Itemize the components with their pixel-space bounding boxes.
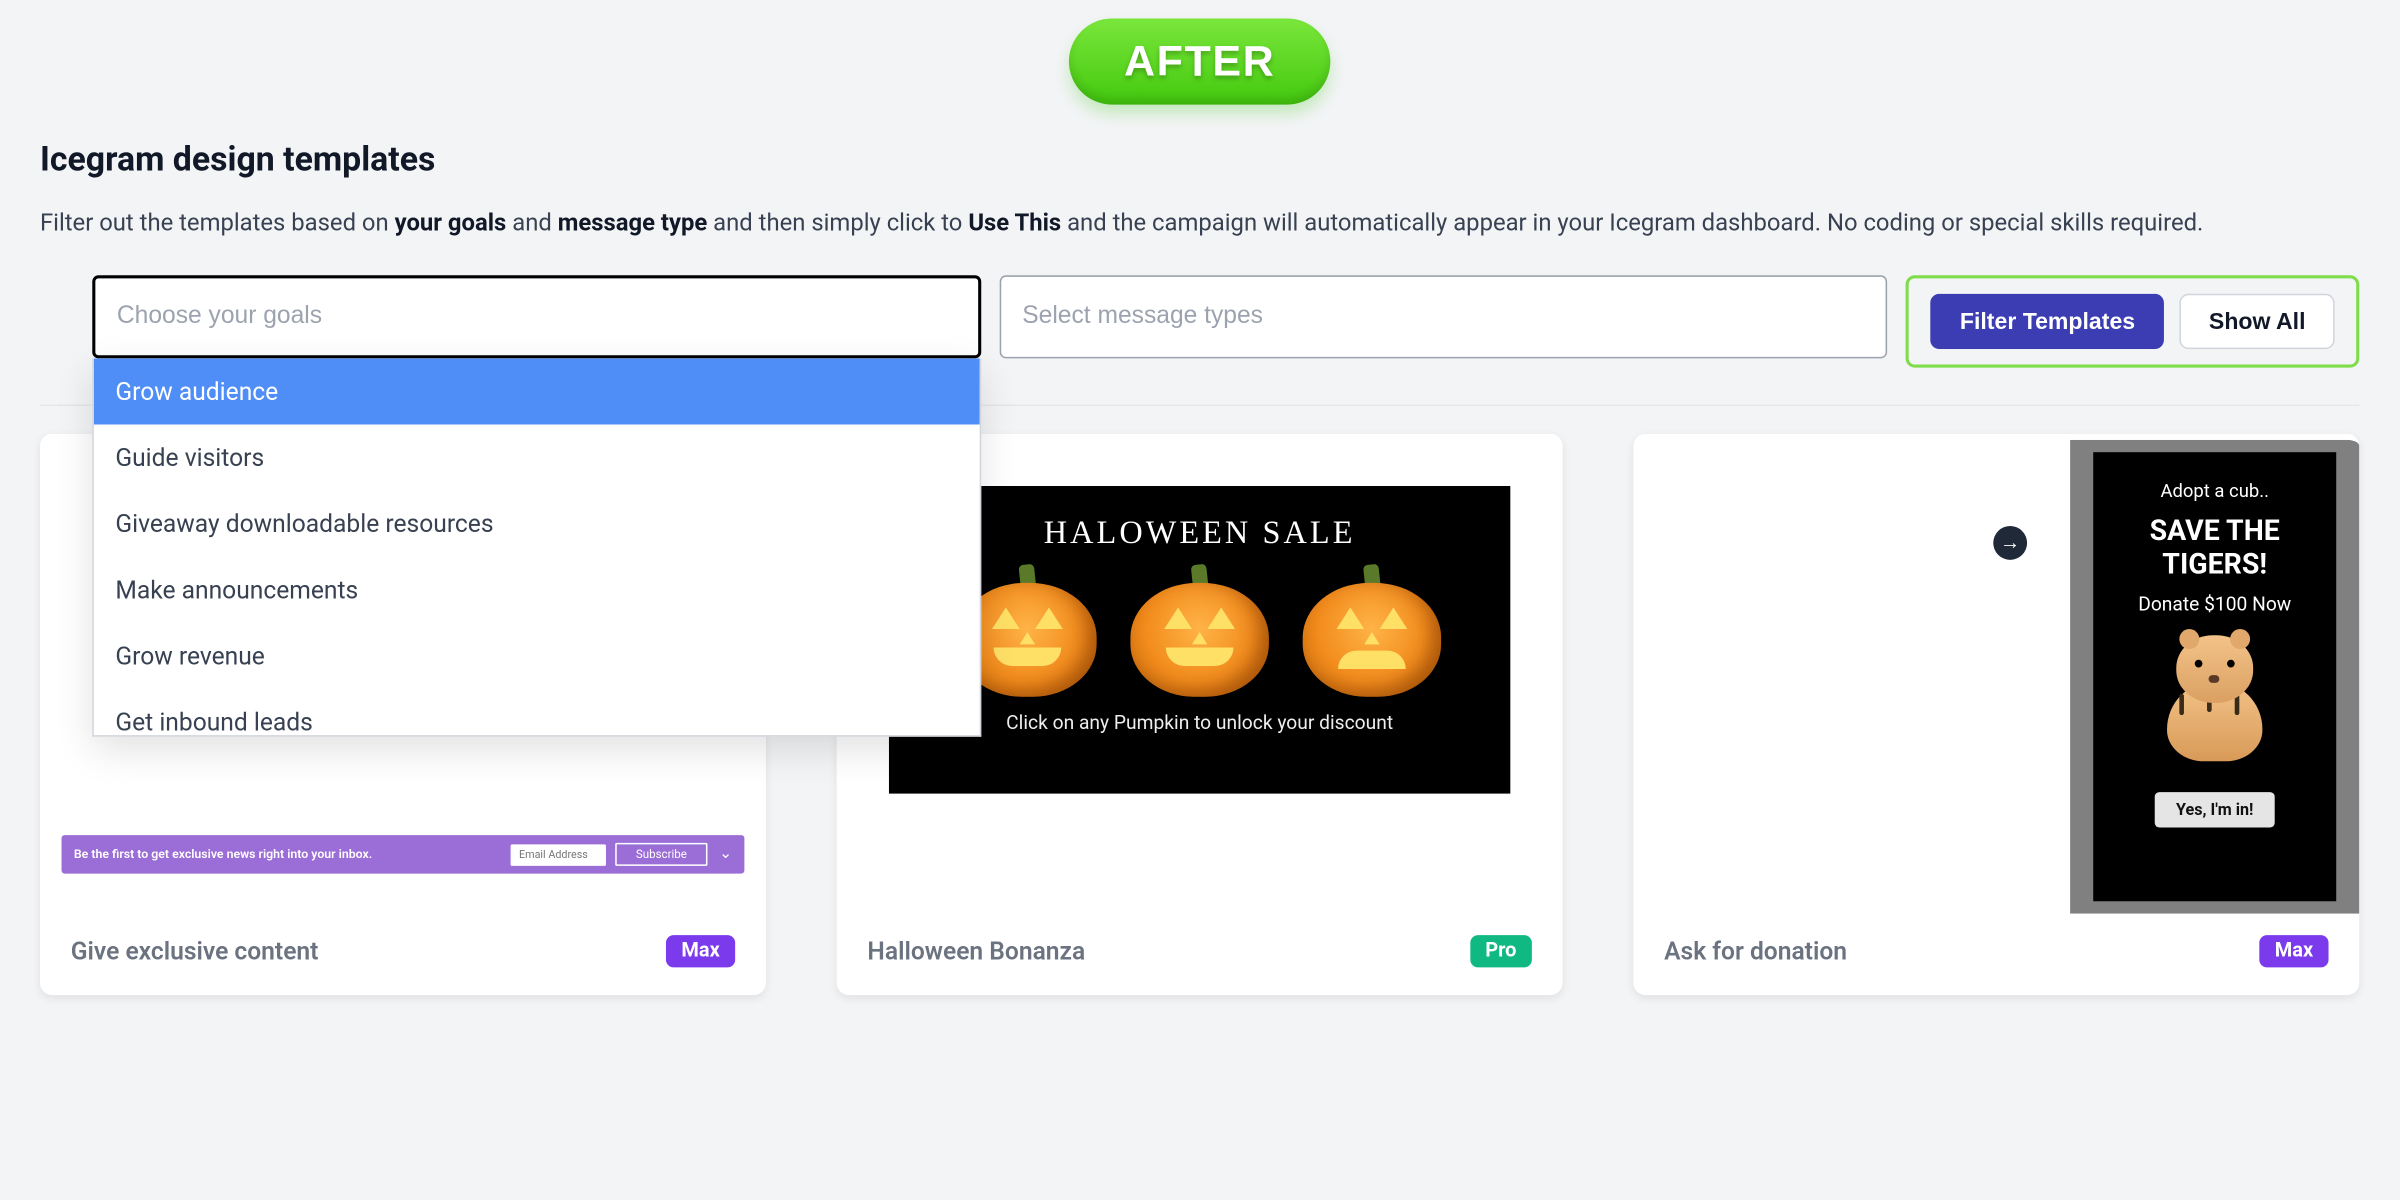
card-preview: → Adopt a cub.. SAVE THE TIGERS! Donate … bbox=[1633, 440, 2359, 914]
page-description: Filter out the templates based on your g… bbox=[40, 205, 2359, 242]
preview-donation-panel: Adopt a cub.. SAVE THE TIGERS! Donate $1… bbox=[2093, 452, 2336, 901]
preview-side-band: Adopt a cub.. SAVE THE TIGERS! Donate $1… bbox=[2070, 440, 2359, 914]
pumpkin-row bbox=[889, 564, 1510, 696]
desc-text: Filter out the templates based on bbox=[40, 209, 395, 237]
plan-badge-pro: Pro bbox=[1470, 935, 1532, 967]
preview-adopt-text: Adopt a cub.. bbox=[2160, 480, 2269, 502]
preview-email-input: Email Address bbox=[511, 844, 606, 866]
goals-option[interactable]: Get inbound leads bbox=[94, 689, 979, 737]
preview-save-text: SAVE THE TIGERS! bbox=[2106, 514, 2324, 582]
goals-dropdown: Grow audienceGuide visitorsGiveaway down… bbox=[92, 358, 980, 736]
filter-templates-button[interactable]: Filter Templates bbox=[1931, 294, 2165, 349]
card-footer: Give exclusive content Max bbox=[40, 914, 766, 996]
goals-option[interactable]: Make announcements bbox=[94, 557, 979, 623]
show-all-button[interactable]: Show All bbox=[2180, 294, 2335, 349]
pumpkin-icon bbox=[1130, 564, 1268, 696]
preview-headline: HALOWEEN SALE bbox=[889, 514, 1510, 552]
goals-input[interactable] bbox=[92, 275, 980, 358]
types-input[interactable] bbox=[999, 275, 1887, 358]
desc-text: and then simply click to bbox=[707, 209, 968, 237]
desc-bold-type: message type bbox=[558, 209, 708, 237]
card-footer: Halloween Bonanza Pro bbox=[837, 914, 1563, 996]
desc-text: and bbox=[506, 209, 557, 237]
action-buttons-group: Filter Templates Show All bbox=[1906, 275, 2359, 367]
card-title: Ask for donation bbox=[1664, 937, 1847, 966]
desc-bold-goals: your goals bbox=[395, 209, 507, 237]
goals-option[interactable]: Grow audience bbox=[94, 358, 979, 424]
goals-option[interactable]: Grow revenue bbox=[94, 623, 979, 689]
arrow-right-icon: → bbox=[1993, 526, 2027, 560]
goals-select[interactable]: Grow audienceGuide visitorsGiveaway down… bbox=[92, 275, 980, 358]
preview-donate-text: Donate $100 Now bbox=[2138, 594, 2291, 617]
tiger-icon bbox=[2152, 636, 2278, 771]
desc-text: and the campaign will automatically appe… bbox=[1061, 209, 2203, 237]
preview-cta-button: Yes, I'm in! bbox=[2154, 793, 2274, 828]
plan-badge-max: Max bbox=[2259, 935, 2328, 967]
card-title: Give exclusive content bbox=[71, 937, 319, 966]
template-card[interactable]: → Adopt a cub.. SAVE THE TIGERS! Donate … bbox=[1633, 434, 2359, 995]
preview-bar-text: Be the first to get exclusive news right… bbox=[74, 847, 502, 861]
page-title: Icegram design templates bbox=[40, 141, 2359, 179]
preview-halloween-banner: HALOWEEN SALE bbox=[889, 486, 1510, 794]
card-title: Halloween Bonanza bbox=[867, 937, 1085, 966]
plan-badge-max: Max bbox=[666, 935, 735, 967]
preview-subscribe-bar: Be the first to get exclusive news right… bbox=[62, 835, 745, 873]
card-footer: Ask for donation Max bbox=[1633, 914, 2359, 996]
preview-subtext: Click on any Pumpkin to unlock your disc… bbox=[889, 712, 1510, 735]
chevron-down-icon: ⌄ bbox=[719, 846, 732, 863]
after-badge: AFTER bbox=[1069, 18, 1331, 104]
desc-bold-use: Use This bbox=[968, 209, 1061, 237]
pumpkin-icon bbox=[1303, 564, 1441, 696]
banner-area: AFTER bbox=[0, 0, 2399, 114]
filter-bar: Grow audienceGuide visitorsGiveaway down… bbox=[40, 275, 2359, 367]
types-select[interactable] bbox=[999, 275, 1887, 358]
goals-option[interactable]: Giveaway downloadable resources bbox=[94, 491, 979, 557]
goals-option[interactable]: Guide visitors bbox=[94, 425, 979, 491]
preview-subscribe-button: Subscribe bbox=[616, 843, 707, 866]
page-body: Icegram design templates Filter out the … bbox=[0, 114, 2399, 995]
preview-donation-wrap: → Adopt a cub.. SAVE THE TIGERS! Donate … bbox=[1633, 440, 2359, 914]
